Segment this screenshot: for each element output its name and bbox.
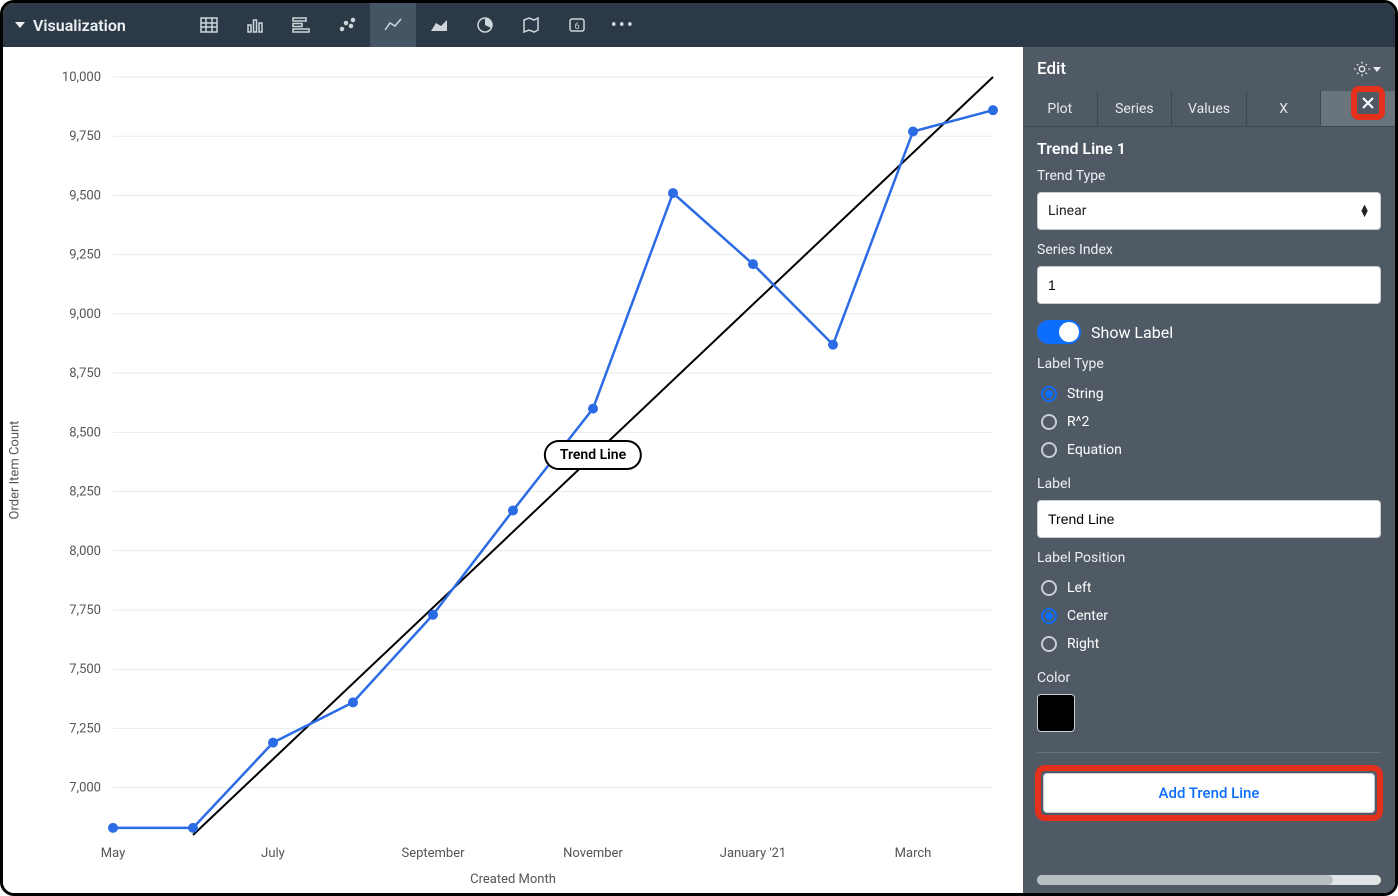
- panel-body: Trend Line 1 Trend Type Linear ▲▼ Series…: [1023, 127, 1395, 869]
- svg-text:10,000: 10,000: [62, 70, 101, 85]
- divider: [1037, 752, 1381, 753]
- svg-text:7,750: 7,750: [69, 603, 101, 618]
- svg-text:7,000: 7,000: [69, 781, 101, 796]
- series-index-label: Series Index: [1037, 242, 1381, 258]
- main-content: 7,000 7,250 7,500 7,750 8,000 8,250 8,500 8,750…: [3, 47, 1395, 893]
- svg-text:8,750: 8,750: [69, 366, 101, 381]
- label-type-group: String R^2 Equation: [1037, 380, 1381, 464]
- radio-icon: [1041, 608, 1057, 624]
- chart-area: 7,000 7,250 7,500 7,750 8,000 8,250 8,500 8,750…: [3, 47, 1023, 893]
- trend-type-value: Linear: [1048, 203, 1086, 219]
- caret-down-icon: [15, 22, 25, 28]
- panel-title: Edit: [1037, 59, 1066, 79]
- tab-values[interactable]: Values: [1172, 91, 1247, 126]
- single-value-icon[interactable]: 6: [554, 3, 600, 47]
- bar-chart-icon[interactable]: [278, 3, 324, 47]
- label-pos-left[interactable]: Left: [1037, 574, 1381, 602]
- radio-icon: [1041, 580, 1057, 596]
- x-axis-label: Created Month: [470, 872, 556, 887]
- area-chart-icon[interactable]: [416, 3, 462, 47]
- svg-text:9,000: 9,000: [69, 307, 101, 322]
- svg-text:March: March: [895, 846, 932, 861]
- edit-panel: Edit Plot Series Values X Y Trend Line 1: [1023, 47, 1395, 893]
- visualization-header[interactable]: Visualization: [15, 16, 126, 35]
- viz-type-toolbar: 6 •••: [186, 3, 646, 47]
- svg-text:May: May: [101, 846, 125, 861]
- label-type-string[interactable]: String: [1037, 380, 1381, 408]
- label-type-r2[interactable]: R^2: [1037, 408, 1381, 436]
- radio-icon: [1041, 442, 1057, 458]
- section-title: Trend Line 1: [1037, 139, 1126, 158]
- app-window: Visualization: [0, 0, 1398, 896]
- panel-tabs: Plot Series Values X Y: [1023, 91, 1395, 127]
- radio-label: Right: [1067, 636, 1099, 652]
- svg-text:9,250: 9,250: [69, 248, 101, 263]
- scrollbar-thumb[interactable]: [1037, 875, 1333, 885]
- more-viz-icon[interactable]: •••: [600, 3, 646, 47]
- tab-x[interactable]: X: [1247, 91, 1322, 126]
- series-index-field[interactable]: [1048, 267, 1370, 303]
- svg-text:9,750: 9,750: [69, 129, 101, 144]
- svg-text:8,500: 8,500: [69, 425, 101, 440]
- panel-header: Edit: [1023, 47, 1395, 91]
- pie-chart-icon[interactable]: [462, 3, 508, 47]
- svg-text:January '21: January '21: [720, 846, 786, 861]
- label-type-equation[interactable]: Equation: [1037, 436, 1381, 464]
- svg-text:September: September: [401, 846, 465, 861]
- topbar: Visualization: [3, 3, 1395, 47]
- line-chart-icon[interactable]: [370, 3, 416, 47]
- svg-text:8,250: 8,250: [69, 485, 101, 500]
- trend-type-label: Trend Type: [1037, 168, 1381, 184]
- label-field[interactable]: [1048, 501, 1370, 537]
- scatter-chart-icon[interactable]: [324, 3, 370, 47]
- show-label-toggle[interactable]: [1037, 320, 1081, 344]
- label-type-label: Label Type: [1037, 356, 1381, 372]
- show-label-text: Show Label: [1091, 323, 1173, 342]
- label-pos-center[interactable]: Center: [1037, 602, 1381, 630]
- visualization-title: Visualization: [33, 16, 126, 35]
- label-pos-right[interactable]: Right: [1037, 630, 1381, 658]
- svg-text:8,000: 8,000: [69, 544, 101, 559]
- settings-gear-icon[interactable]: [1353, 60, 1381, 78]
- color-label: Color: [1037, 670, 1381, 686]
- tab-plot[interactable]: Plot: [1023, 91, 1098, 126]
- column-chart-icon[interactable]: [232, 3, 278, 47]
- trend-line-label: Trend Line: [544, 440, 642, 470]
- map-chart-icon[interactable]: [508, 3, 554, 47]
- color-swatch[interactable]: [1037, 694, 1075, 732]
- label-field-label: Label: [1037, 476, 1381, 492]
- table-viz-icon[interactable]: [186, 3, 232, 47]
- horizontal-scrollbar[interactable]: [1037, 875, 1381, 885]
- label-position-label: Label Position: [1037, 550, 1381, 566]
- svg-text:6: 6: [574, 22, 579, 32]
- label-position-group: Left Center Right: [1037, 574, 1381, 658]
- radio-icon: [1041, 386, 1057, 402]
- radio-icon: [1041, 414, 1057, 430]
- radio-label: Center: [1067, 608, 1108, 624]
- radio-icon: [1041, 636, 1057, 652]
- add-trend-line-highlight: Add Trend Line: [1037, 767, 1381, 819]
- svg-text:November: November: [563, 846, 623, 861]
- radio-label: Equation: [1067, 442, 1122, 458]
- add-trend-line-button[interactable]: Add Trend Line: [1043, 773, 1375, 813]
- select-updown-icon: ▲▼: [1359, 205, 1370, 217]
- radio-label: Left: [1067, 580, 1091, 596]
- radio-label: String: [1067, 386, 1104, 402]
- line-chart: 7,000 7,250 7,500 7,750 8,000 8,250 8,500 8,750…: [3, 47, 1023, 895]
- series-index-input[interactable]: [1037, 266, 1381, 304]
- svg-text:July: July: [261, 846, 285, 861]
- trend-type-select[interactable]: Linear ▲▼: [1037, 192, 1381, 230]
- label-input[interactable]: [1037, 500, 1381, 538]
- radio-label: R^2: [1067, 414, 1089, 430]
- svg-text:9,500: 9,500: [69, 188, 101, 203]
- remove-trend-line-button[interactable]: [1353, 88, 1383, 118]
- tab-series[interactable]: Series: [1098, 91, 1173, 126]
- svg-text:7,500: 7,500: [69, 662, 101, 677]
- svg-text:7,250: 7,250: [69, 721, 101, 736]
- y-axis-label: Order Item Count: [8, 421, 23, 520]
